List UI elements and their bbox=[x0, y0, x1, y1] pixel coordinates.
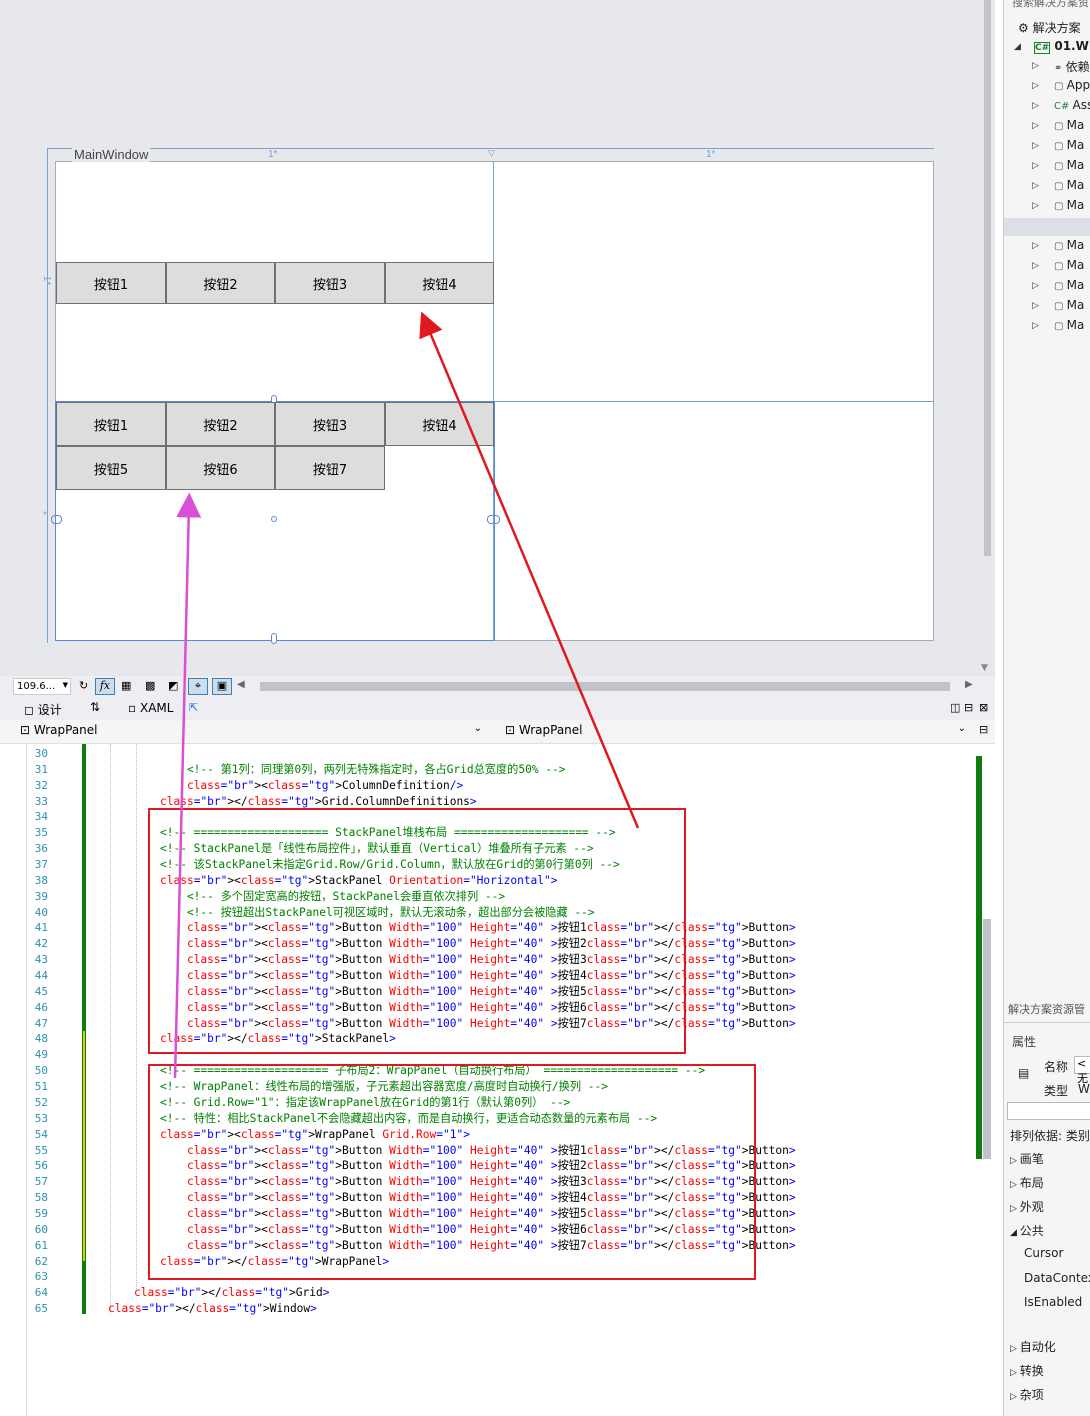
stackpanel-arrow bbox=[419, 311, 640, 829]
annotation-overlay bbox=[148, 311, 756, 1280]
stackpanel-highlight-box bbox=[148, 808, 686, 1054]
wrappanel-highlight-box bbox=[148, 1064, 756, 1280]
wrappanel-arrow bbox=[173, 492, 202, 1079]
